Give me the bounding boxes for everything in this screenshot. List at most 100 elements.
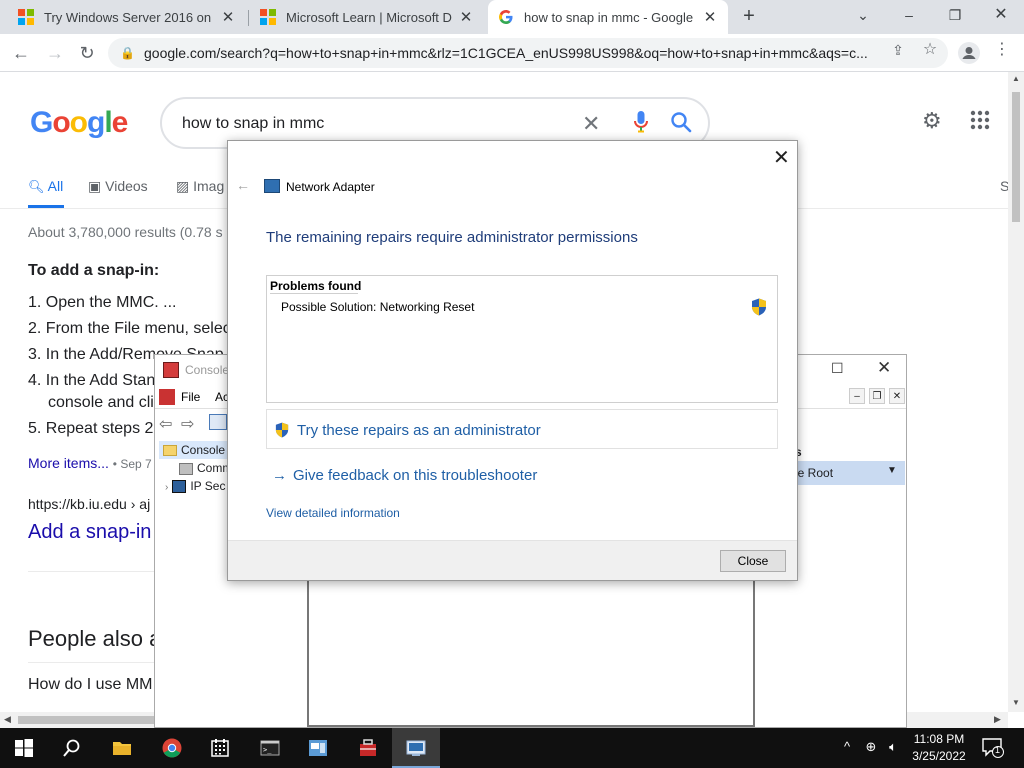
scrollbar-thumb[interactable] — [1012, 92, 1020, 222]
browser-menu-icon[interactable]: ⋮ — [992, 40, 1012, 60]
menu-file[interactable]: File — [181, 390, 200, 404]
forward-arrow-icon[interactable]: → — [42, 40, 68, 66]
tab-title: how to snap in mmc - Google Search — [524, 9, 696, 25]
scroll-down-icon[interactable]: ▼ — [1008, 698, 1024, 707]
share-icon[interactable]: ⇪ — [888, 40, 908, 60]
google-logo[interactable]: Google — [30, 106, 128, 140]
question-item[interactable]: How do I use MM — [28, 676, 152, 694]
mmc-app-icon — [163, 362, 179, 378]
profile-avatar-icon[interactable] — [958, 42, 980, 64]
more-items: More items... • Sep 7 — [28, 455, 152, 471]
clock-time: 11:08 PM — [913, 732, 965, 746]
maximize-icon[interactable]: ☐ — [831, 360, 844, 377]
actions-console-root[interactable]: le Root ▼ — [795, 461, 905, 485]
command-prompt-button[interactable]: >_ — [246, 728, 294, 768]
chrome-logo-icon — [162, 738, 182, 758]
result-title-link[interactable]: Add a snap-in — [28, 521, 151, 544]
mmc-menu-icon[interactable] — [159, 389, 175, 405]
browser-toolbar: ← → ↻ 🔒 google.com/search?q=how+to+snap+… — [0, 34, 1024, 72]
toolbox-app-button[interactable] — [344, 728, 392, 768]
forward-arrow-icon[interactable]: ⇨ — [181, 414, 194, 434]
feedback-link[interactable]: → Give feedback on this troubleshooter — [272, 467, 537, 484]
google-apps-icon[interactable] — [970, 110, 990, 130]
volume-icon[interactable]: 🔈︎ — [884, 738, 902, 756]
tab-close-icon[interactable]: ✕ — [458, 8, 474, 26]
tab-close-icon[interactable]: ✕ — [220, 8, 236, 26]
address-bar[interactable]: 🔒 google.com/search?q=how+to+snap+in+mmc… — [108, 38, 948, 68]
dropdown-arrow-icon[interactable]: ▼ — [887, 465, 897, 476]
search-icon: 🔍︎ — [28, 179, 45, 194]
tab-all[interactable]: 🔍︎ All — [28, 178, 63, 195]
more-items-link[interactable]: More items... — [28, 455, 109, 471]
tab-search-chevron-icon[interactable]: ⌄ — [840, 0, 886, 30]
settings-gear-icon[interactable]: ⚙ — [922, 108, 942, 134]
tree-node-console-root[interactable]: Console — [159, 441, 230, 459]
new-tab-button[interactable]: + — [738, 5, 760, 27]
snippet-date: • Sep 7 — [112, 457, 152, 471]
dialog-close-icon[interactable]: ✕ — [773, 145, 790, 170]
clear-search-icon[interactable]: ✕ — [582, 111, 600, 137]
scroll-right-icon[interactable]: ▶ — [994, 714, 1001, 725]
scroll-up-icon[interactable]: ▲ — [1008, 74, 1024, 83]
tab-title: Microsoft Learn | Microsoft Docs — [286, 9, 452, 25]
start-button[interactable] — [0, 728, 48, 768]
security-policy-icon — [172, 480, 187, 494]
file-explorer-button[interactable] — [98, 728, 146, 768]
scroll-left-icon[interactable]: ◀ — [4, 714, 11, 725]
video-icon: ▣ — [88, 178, 102, 194]
reload-icon[interactable]: ↻ — [74, 40, 100, 66]
network-adapter-icon — [264, 179, 280, 193]
show-hidden-icons-chevron-icon[interactable]: ^ — [838, 738, 856, 756]
try-as-admin-button[interactable]: Try these repairs as an administrator — [266, 409, 778, 449]
list-item: 5. Repeat steps 2 — [28, 420, 154, 437]
terminal-icon: >_ — [260, 740, 280, 756]
tab-strip: Try Windows Server 2016 on Microsoft Eva… — [0, 0, 1024, 34]
child-restore-icon[interactable]: ❐ — [869, 388, 885, 404]
right-arrow-icon: → — [272, 467, 287, 484]
network-troubleshooter-button[interactable] — [392, 728, 440, 768]
expand-chevron-icon[interactable]: › — [165, 482, 168, 493]
tab-microsoft-learn[interactable]: Microsoft Learn | Microsoft Docs ✕ — [250, 0, 484, 34]
tab-videos[interactable]: ▣ Videos — [88, 178, 148, 195]
tab-windows-server[interactable]: Try Windows Server 2016 on Microsoft Eva… — [8, 0, 246, 34]
system-clock[interactable]: 11:08 PM 3/25/2022 — [906, 731, 972, 765]
tree-node-comm[interactable]: Comm — [179, 461, 232, 475]
address-url[interactable]: google.com/search?q=how+to+snap+in+mmc&r… — [144, 45, 874, 61]
search-button[interactable] — [48, 728, 96, 768]
network-globe-icon[interactable]: ⊕ — [862, 738, 880, 756]
divider — [28, 571, 158, 572]
microsoft-logo-icon — [18, 9, 34, 25]
chrome-button[interactable] — [148, 728, 196, 768]
tab-close-icon[interactable]: ✕ — [702, 8, 718, 26]
tab-images[interactable]: ▨ Imag — [176, 178, 224, 195]
back-arrow-icon[interactable]: ← — [236, 177, 250, 193]
divider — [28, 662, 158, 663]
notifications-button[interactable]: 1 — [982, 738, 1004, 758]
microphone-icon[interactable] — [634, 111, 648, 133]
tree-label: IP Sec — [190, 479, 226, 493]
search-icon[interactable] — [670, 111, 692, 133]
problems-title: Problems found — [270, 279, 362, 293]
result-url[interactable]: https://kb.iu.edu › aj — [28, 496, 150, 512]
folder-icon — [113, 742, 131, 755]
window-close-icon[interactable]: ✕ — [978, 0, 1024, 30]
show-hide-tree-icon[interactable] — [209, 414, 227, 430]
close-button[interactable]: Close — [720, 550, 786, 572]
close-icon[interactable]: ✕ — [877, 358, 891, 378]
child-close-icon[interactable]: ✕ — [889, 388, 905, 404]
back-arrow-icon[interactable]: ⇦ — [159, 414, 172, 434]
back-arrow-icon[interactable]: ← — [8, 40, 34, 66]
tree-node-ipsec[interactable]: › IP Sec — [165, 479, 226, 494]
tab-google-search[interactable]: how to snap in mmc - Google Search ✕ — [488, 0, 728, 34]
vertical-scrollbar[interactable]: ▲ ▼ — [1008, 72, 1024, 712]
view-details-link[interactable]: View detailed information — [266, 506, 400, 520]
calendar-app-button[interactable] — [196, 728, 244, 768]
restore-icon[interactable]: ❐ — [932, 0, 978, 30]
minimize-icon[interactable]: – — [886, 0, 932, 30]
list-item: 4. In the Add Stan — [28, 372, 156, 389]
search-input[interactable]: how to snap in mmc — [182, 115, 324, 133]
server-manager-button[interactable] — [294, 728, 342, 768]
notification-count: 1 — [995, 745, 1001, 755]
bookmark-star-icon[interactable]: ☆ — [920, 40, 940, 60]
child-minimize-icon[interactable]: – — [849, 388, 865, 404]
